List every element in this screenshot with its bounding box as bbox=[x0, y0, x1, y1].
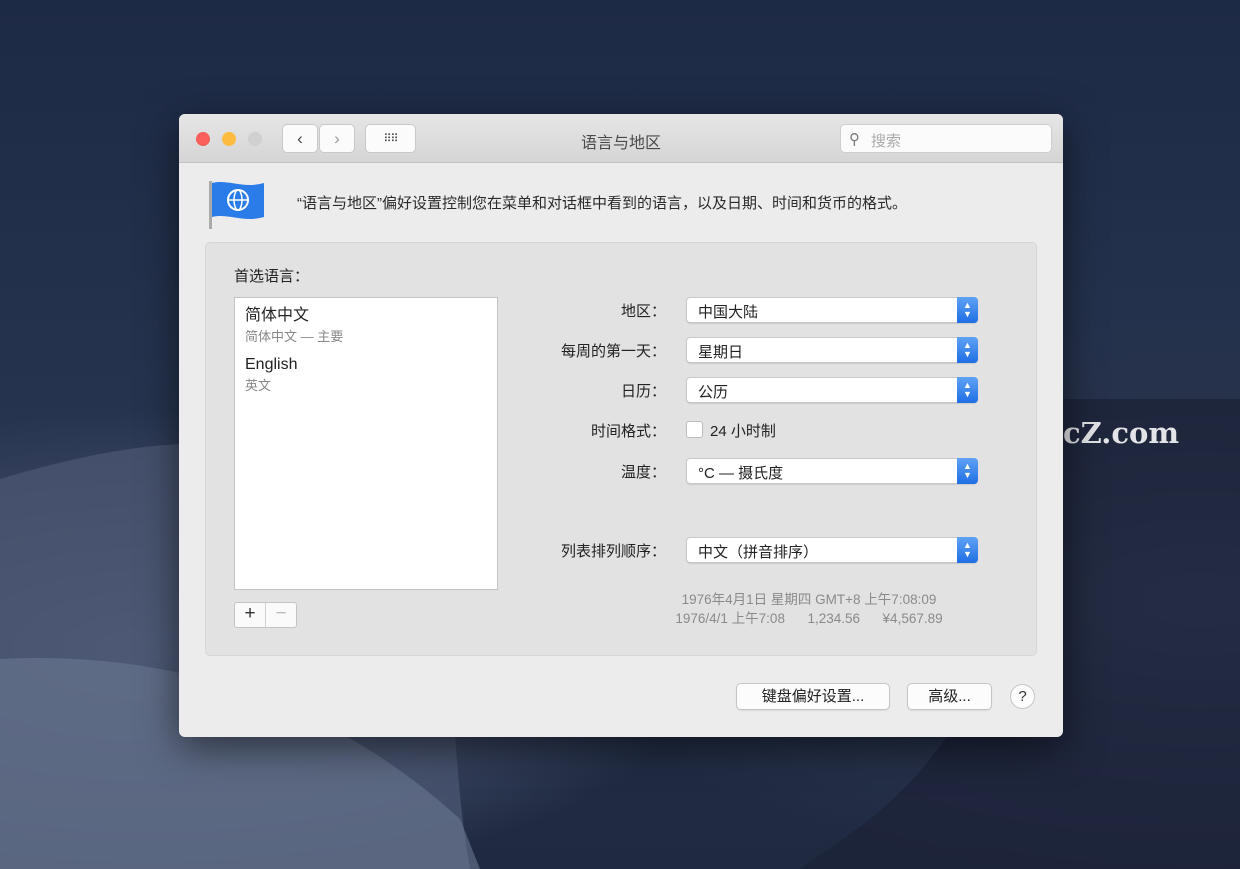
updown-chevron-icon: ▲▼ bbox=[957, 297, 978, 323]
region-row: 地区： 中国大陆 ▲▼ bbox=[506, 297, 986, 323]
sample-number: 1,234.56 bbox=[807, 611, 860, 626]
description: “语言与地区”偏好设置控制您在菜单和对话框中看到的语言，以及日期、时间和货币的格… bbox=[297, 192, 907, 213]
region-value: 中国大陆 bbox=[698, 301, 758, 322]
language-name: 简体中文 bbox=[245, 301, 487, 325]
calendar-value: 公历 bbox=[698, 381, 728, 402]
first-day-select[interactable]: 星期日 ▲▼ bbox=[686, 337, 978, 363]
calendar-row: 日历： 公历 ▲▼ bbox=[506, 377, 986, 403]
keyboard-preferences-button[interactable]: 键盘偏好设置... bbox=[736, 683, 890, 710]
updown-chevron-icon: ▲▼ bbox=[957, 337, 978, 363]
sort-order-value: 中文（拼音排序） bbox=[698, 541, 818, 562]
add-remove-control: +− bbox=[234, 602, 297, 628]
24-hour-label[interactable]: 24 小时制 bbox=[710, 420, 776, 441]
language-list[interactable]: 简体中文简体中文 — 主要 English英文 bbox=[234, 297, 498, 590]
region-label: 地区： bbox=[621, 300, 666, 321]
add-language-button[interactable]: + bbox=[235, 603, 265, 627]
calendar-select[interactable]: 公历 ▲▼ bbox=[686, 377, 978, 403]
title-bar: ‹ › ⠿⠿ 语言与地区 ⚲搜索 bbox=[179, 114, 1063, 163]
temperature-value: °C — 摄氏度 bbox=[698, 462, 783, 483]
language-subtitle: 英文 bbox=[245, 375, 487, 394]
temperature-select[interactable]: °C — 摄氏度 ▲▼ bbox=[686, 458, 978, 484]
search-placeholder: 搜索 bbox=[871, 133, 901, 150]
preferences-window: ‹ › ⠿⠿ 语言与地区 ⚲搜索 “语言与地区”偏好设置控制您在菜单和对话框中看… bbox=[179, 114, 1063, 737]
advanced-button[interactable]: 高级... bbox=[907, 683, 992, 710]
search-icon: ⚲ bbox=[849, 130, 860, 148]
sample-date-short: 1976/4/1 上午7:08 bbox=[675, 611, 785, 626]
sample-date-long: 1976年4月1日 星期四 GMT+8 上午7:08:09 bbox=[569, 588, 1049, 608]
first-day-value: 星期日 bbox=[698, 341, 743, 362]
time-format-label: 时间格式： bbox=[591, 420, 666, 441]
globe-flag-icon bbox=[208, 179, 268, 231]
sort-order-select[interactable]: 中文（拼音排序） ▲▼ bbox=[686, 537, 978, 563]
time-format-row: 时间格式： 24 小时制 bbox=[506, 417, 986, 443]
region-select[interactable]: 中国大陆 ▲▼ bbox=[686, 297, 978, 323]
calendar-label: 日历： bbox=[621, 380, 666, 401]
language-subtitle: 简体中文 — 主要 bbox=[245, 326, 487, 345]
sort-order-label: 列表排列顺序： bbox=[561, 540, 666, 561]
updown-chevron-icon: ▲▼ bbox=[957, 377, 978, 403]
search-input[interactable]: ⚲ 搜索 bbox=[840, 124, 1052, 153]
sample-currency: ¥4,567.89 bbox=[883, 611, 943, 626]
sample-formats: 1976/4/1 上午7:08 1,234.56 ¥4,567.89 bbox=[569, 607, 1049, 627]
settings-panel: 首选语言： 简体中文简体中文 — 主要 English英文 +− 地区： 中国大陆… bbox=[205, 242, 1037, 656]
help-button[interactable]: ? bbox=[1010, 684, 1035, 709]
temperature-row: 温度： °C — 摄氏度 ▲▼ bbox=[506, 458, 986, 484]
temperature-label: 温度： bbox=[621, 461, 666, 482]
first-day-label: 每周的第一天： bbox=[561, 340, 666, 361]
24-hour-checkbox[interactable] bbox=[686, 421, 703, 438]
updown-chevron-icon: ▲▼ bbox=[957, 458, 978, 484]
sort-order-row: 列表排列顺序： 中文（拼音排序） ▲▼ bbox=[506, 537, 986, 563]
language-name: English bbox=[245, 356, 487, 374]
list-item[interactable]: 简体中文简体中文 — 主要 bbox=[235, 298, 497, 345]
remove-language-button[interactable]: − bbox=[265, 603, 296, 627]
preferred-languages-label: 首选语言： bbox=[234, 265, 309, 286]
updown-chevron-icon: ▲▼ bbox=[957, 537, 978, 563]
first-day-row: 每周的第一天： 星期日 ▲▼ bbox=[506, 337, 986, 363]
list-item[interactable]: English英文 bbox=[235, 353, 497, 394]
